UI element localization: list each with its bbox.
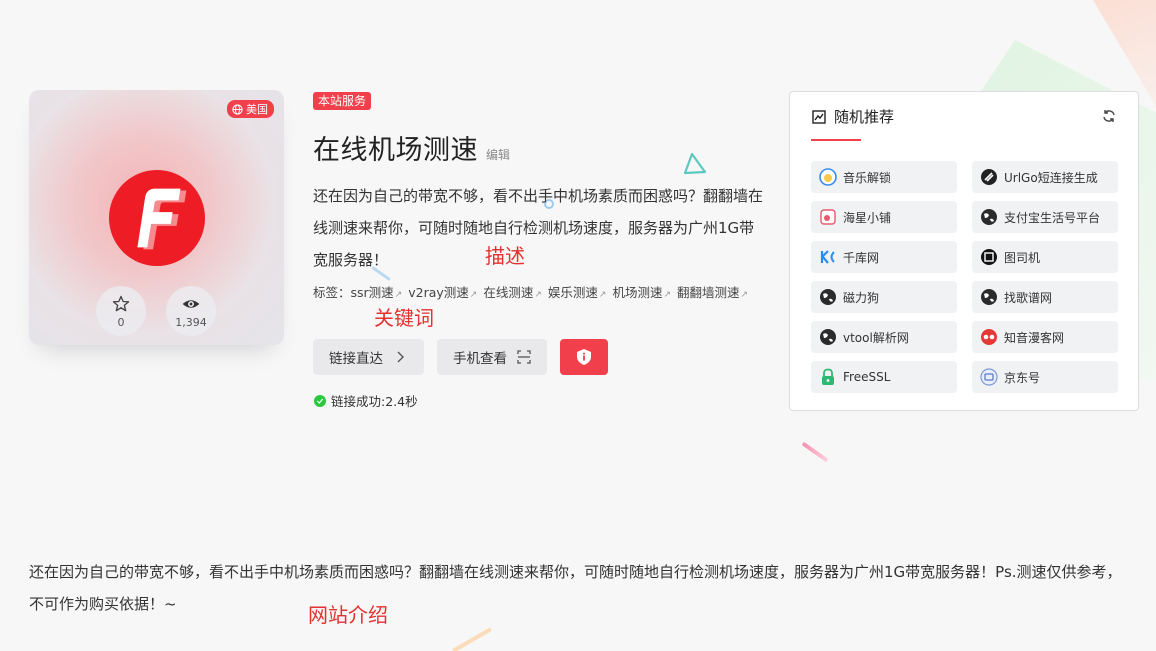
recommend-item[interactable]: 磁力狗 <box>811 281 957 313</box>
triangle-decoration-icon <box>683 152 707 175</box>
globe-icon <box>981 289 997 305</box>
views-count: 1,394 <box>175 315 207 329</box>
tusiji-icon <box>981 249 997 265</box>
recommend-item[interactable]: 支付宝生活号平台 <box>972 201 1118 233</box>
tag-link[interactable]: 机场测速↗ <box>612 285 671 300</box>
tag-link[interactable]: v2ray测速↗ <box>408 285 477 300</box>
annotation-description: 描述 <box>485 244 525 268</box>
link-status: 链接成功:2.4秒 <box>314 391 418 410</box>
recommend-item[interactable]: 海星小铺 <box>811 201 957 233</box>
recommend-item[interactable]: 知音漫客网 <box>972 321 1118 353</box>
urlgo-icon <box>981 169 997 185</box>
site-introduction: 还在因为自己的带宽不够，看不出手中机场素质而困惑吗？翻翻墙在线测速来帮你，可随时… <box>29 563 1122 613</box>
globe-icon <box>820 329 836 345</box>
edit-link[interactable]: 编辑 <box>486 146 510 163</box>
tag-link[interactable]: 翻翻墙测速↗ <box>677 285 748 300</box>
panel-header: 随机推荐 <box>812 106 894 127</box>
zhiyin-icon <box>981 329 997 345</box>
country-label: 美国 <box>246 103 268 116</box>
refresh-icon[interactable] <box>1102 109 1116 123</box>
shield-alert-icon <box>577 349 591 365</box>
panel-title: 随机推荐 <box>834 108 895 126</box>
panel-title-underline <box>811 139 861 141</box>
recommend-item[interactable]: 京东号 <box>972 361 1118 393</box>
annotation-intro: 网站介绍 <box>308 603 388 627</box>
tag-link[interactable]: ssr测速↗ <box>351 285 403 300</box>
random-recommend-panel: 随机推荐 音乐解锁 UrlGo短连接生成 海星小铺 支付宝生活号平台 千库网 图… <box>789 91 1139 411</box>
qianku-icon <box>820 250 835 264</box>
external-link-icon: ↗ <box>740 290 749 300</box>
chevron-right-icon <box>397 351 404 363</box>
service-tag[interactable]: 本站服务 <box>313 92 372 110</box>
recommend-item[interactable]: 图司机 <box>972 241 1118 273</box>
check-icon <box>314 394 326 407</box>
decorative-line <box>451 627 493 651</box>
external-link-icon: ↗ <box>469 290 478 300</box>
globe-icon <box>820 289 836 305</box>
recommend-item[interactable]: 千库网 <box>811 241 957 273</box>
recommend-grid: 音乐解锁 UrlGo短连接生成 海星小铺 支付宝生活号平台 千库网 图司机 磁力… <box>811 161 1118 393</box>
page-title: 在线机场测速 <box>313 135 478 166</box>
action-buttons: 链接直达 手机查看 <box>313 339 608 375</box>
starfish-icon <box>820 209 836 225</box>
recommend-item[interactable]: 音乐解锁 <box>811 161 957 193</box>
qr-scan-icon <box>517 350 531 364</box>
decorative-line <box>801 441 829 463</box>
globe-icon <box>981 209 997 225</box>
star-icon <box>112 295 130 311</box>
tag-link[interactable]: 在线测速↗ <box>483 285 542 300</box>
tags-label: 标签： <box>313 285 351 300</box>
external-link-icon: ↗ <box>663 290 672 300</box>
status-text: 链接成功:2.4秒 <box>331 394 418 409</box>
lock-icon <box>822 368 834 385</box>
report-button[interactable] <box>560 339 608 375</box>
site-description: 还在因为自己的带宽不够，看不出手中机场素质而困惑吗？翻翻墙在线测速来帮你，可随时… <box>313 187 764 269</box>
title-row: 在线机场测速 编辑 <box>313 128 510 167</box>
globe-icon <box>232 103 243 115</box>
external-link-icon: ↗ <box>598 290 607 300</box>
visit-link-button[interactable]: 链接直达 <box>313 339 424 375</box>
views-stat: 1,394 <box>166 286 216 336</box>
chart-icon <box>812 109 826 124</box>
country-badge[interactable]: 美国 <box>227 100 274 118</box>
favorite-button[interactable]: 0 <box>96 286 146 336</box>
recommend-item[interactable]: UrlGo短连接生成 <box>972 161 1118 193</box>
external-link-icon: ↗ <box>394 290 403 300</box>
annotation-keywords: 关键词 <box>374 306 434 330</box>
jd-icon <box>980 368 998 386</box>
recommend-item[interactable]: FreeSSL <box>811 361 957 393</box>
recommend-item[interactable]: 找歌谱网 <box>972 281 1118 313</box>
recommend-item[interactable]: vtool解析网 <box>811 321 957 353</box>
site-logo-icon <box>108 169 206 267</box>
external-link-icon: ↗ <box>534 290 542 300</box>
music-unlock-icon <box>819 168 837 186</box>
favorite-count: 0 <box>117 315 125 329</box>
mobile-view-button[interactable]: 手机查看 <box>437 339 547 375</box>
site-logo-card: 美国 0 1,394 <box>29 90 284 345</box>
eye-icon <box>182 299 200 308</box>
tag-link[interactable]: 娱乐测速↗ <box>548 285 607 300</box>
